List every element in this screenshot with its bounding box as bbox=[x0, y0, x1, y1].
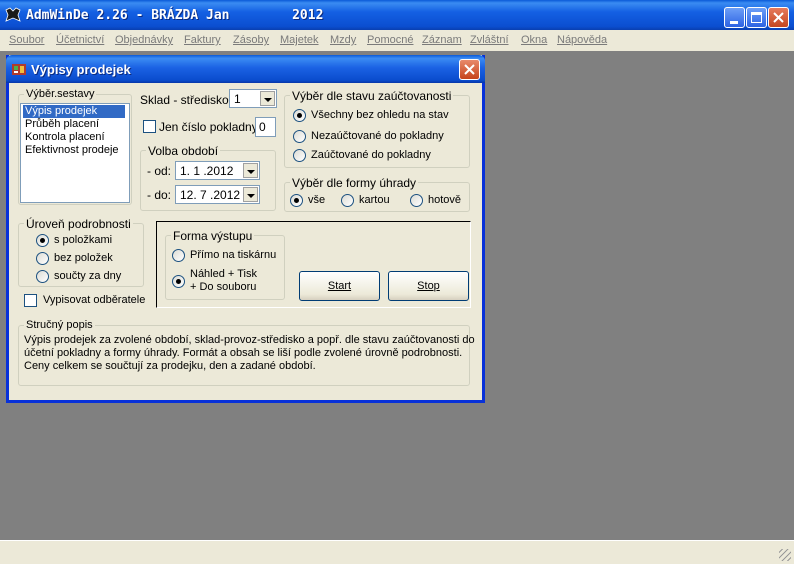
chevron-down-icon[interactable] bbox=[243, 163, 258, 178]
radio-bez-polozek-label: bez položek bbox=[54, 252, 113, 264]
popis-legend: Stručný popis bbox=[24, 319, 95, 331]
minimize-icon bbox=[730, 21, 738, 24]
popis-line-3: Ceny celkem se součtují za prodejku, den… bbox=[24, 360, 316, 372]
menubar: Soubor Účetnictví Objednávky Faktury Zás… bbox=[0, 30, 794, 51]
menu-mzdy[interactable]: Mzdy bbox=[330, 34, 356, 46]
app-logo-icon bbox=[5, 7, 21, 22]
dialog-close-button[interactable] bbox=[459, 59, 480, 80]
radio-zauctovane-label: Zaúčtované do pokladny bbox=[311, 149, 431, 161]
uroven-podrobnosti-group: Úroveň podrobnosti s položkami bez polož… bbox=[18, 217, 144, 287]
date-from-value: 1. 1 .2012 bbox=[180, 164, 234, 178]
date-from-picker[interactable]: 1. 1 .2012 bbox=[175, 161, 260, 180]
stop-button[interactable]: Stop bbox=[388, 271, 469, 301]
list-item[interactable]: Výpis prodejek bbox=[23, 105, 125, 118]
radio-vsechny[interactable] bbox=[293, 109, 306, 122]
date-to-value: 12. 7 .2012 bbox=[180, 188, 241, 202]
menu-faktury[interactable]: Faktury bbox=[184, 34, 221, 46]
radio-vse[interactable] bbox=[290, 194, 303, 207]
app-title: AdmWinDe 2.26 - BRÁZDA Jan 2012 bbox=[26, 8, 324, 23]
stav-zauctovanosti-group: Výběr dle stavu zaúčtovanosti Všechny be… bbox=[284, 89, 470, 168]
radio-nezauctovane[interactable] bbox=[293, 130, 306, 143]
menu-soubor[interactable]: Soubor bbox=[9, 34, 44, 46]
do-label: - do: bbox=[147, 188, 172, 202]
menu-majetek[interactable]: Majetek bbox=[280, 34, 319, 46]
pokladna-number-input[interactable]: 0 bbox=[255, 117, 276, 137]
main-titlebar: AdmWinDe 2.26 - BRÁZDA Jan 2012 bbox=[0, 0, 794, 30]
start-button-label: Start bbox=[327, 280, 352, 292]
radio-s-polozkami-label: s položkami bbox=[54, 234, 113, 246]
vystup-frame: Forma výstupu Přímo na tiskárnu Náhled +… bbox=[156, 221, 471, 308]
chevron-down-icon[interactable] bbox=[243, 187, 258, 202]
radio-kartou-label: kartou bbox=[359, 194, 390, 206]
vyber-sestavy-legend: Výběr.sestavy bbox=[24, 88, 97, 100]
forma-uhrady-legend: Výběr dle formy úhrady bbox=[290, 176, 419, 190]
menu-okna[interactable]: Okna bbox=[521, 34, 547, 46]
menu-zvlastni[interactable]: Zvláštní bbox=[470, 34, 509, 46]
resize-grip[interactable] bbox=[779, 549, 791, 561]
radio-primo-label: Přímo na tiskárnu bbox=[190, 249, 277, 261]
start-button[interactable]: Start bbox=[299, 271, 380, 301]
radio-soucty-za-dny[interactable] bbox=[36, 270, 49, 283]
sklad-value: 1 bbox=[234, 92, 241, 106]
radio-s-polozkami[interactable] bbox=[36, 234, 49, 247]
menu-napoveda[interactable]: Nápověda bbox=[557, 34, 607, 46]
radio-zauctovane[interactable] bbox=[293, 149, 306, 162]
radio-nezauctovane-label: Nezaúčtované do pokladny bbox=[311, 130, 444, 142]
radio-hotove-label: hotově bbox=[428, 194, 462, 206]
stav-zauctovanosti-legend: Výběr dle stavu zaúčtovanosti bbox=[290, 89, 454, 103]
statusbar bbox=[0, 540, 794, 564]
maximize-button[interactable] bbox=[746, 7, 767, 28]
maximize-icon bbox=[751, 12, 762, 23]
dialog-titlebar: Výpisy prodejek bbox=[6, 55, 485, 83]
radio-vse-label: vše bbox=[308, 194, 326, 206]
list-item[interactable]: Kontrola placení bbox=[23, 131, 107, 144]
close-button[interactable] bbox=[768, 7, 789, 28]
close-icon bbox=[464, 64, 475, 75]
list-item[interactable]: Průběh placení bbox=[23, 118, 101, 131]
volba-obdobi-group: Volba období - od: 1. 1 .2012 - do: 12. … bbox=[140, 144, 276, 211]
menu-ucetnictvi[interactable]: Účetnictví bbox=[56, 34, 104, 46]
dialog-app-icon bbox=[12, 64, 26, 75]
radio-nahled-tisk-soubor[interactable] bbox=[172, 275, 185, 288]
vypisovat-checkbox[interactable] bbox=[24, 294, 37, 307]
radio-bez-polozek[interactable] bbox=[36, 252, 49, 265]
vyber-sestavy-group: Výběr.sestavy Výpis prodejek Průběh plac… bbox=[18, 88, 132, 205]
od-label: - od: bbox=[147, 164, 172, 178]
menu-zasoby[interactable]: Zásoby bbox=[233, 34, 269, 46]
list-item[interactable]: Efektivnost prodeje bbox=[23, 144, 121, 157]
menu-objednavky[interactable]: Objednávky bbox=[115, 34, 173, 46]
volba-obdobi-legend: Volba období bbox=[146, 144, 221, 158]
forma-vystupu-legend: Forma výstupu bbox=[171, 229, 255, 243]
popis-line-2: účetní pokladny a formy úhrady. Formát a… bbox=[24, 347, 463, 359]
stop-button-label: Stop bbox=[417, 280, 440, 292]
date-to-picker[interactable]: 12. 7 .2012 bbox=[175, 185, 260, 204]
vypisovat-label: Vypisovat odběratele bbox=[43, 294, 146, 306]
menu-pomocne[interactable]: Pomocné bbox=[367, 34, 413, 46]
chevron-down-icon[interactable] bbox=[260, 91, 275, 106]
uroven-legend: Úroveň podrobnosti bbox=[24, 217, 133, 231]
radio-kartou[interactable] bbox=[341, 194, 354, 207]
sklad-combo[interactable]: 1 bbox=[229, 89, 277, 108]
forma-vystupu-group: Forma výstupu Přímo na tiskárnu Náhled +… bbox=[165, 229, 285, 300]
close-icon bbox=[773, 12, 784, 23]
radio-nahled-label-2: + Do souboru bbox=[190, 281, 257, 293]
report-listbox[interactable]: Výpis prodejek Průběh placení Kontrola p… bbox=[20, 103, 130, 203]
minimize-button[interactable] bbox=[724, 7, 745, 28]
jen-cislo-label: Jen číslo pokladny: bbox=[159, 120, 262, 134]
radio-vsechny-label: Všechny bez ohledu na stav bbox=[311, 109, 449, 121]
radio-nahled-label-1: Náhled + Tisk bbox=[190, 268, 257, 280]
dialog-title: Výpisy prodejek bbox=[31, 62, 131, 77]
forma-uhrady-group: Výběr dle formy úhrady vše kartou hotově bbox=[284, 176, 470, 212]
sklad-label: Sklad - středisko: bbox=[140, 93, 233, 107]
strucny-popis-group: Stručný popis Výpis prodejek za zvolené … bbox=[18, 319, 475, 386]
menu-zaznam[interactable]: Záznam bbox=[422, 34, 462, 46]
radio-hotove[interactable] bbox=[410, 194, 423, 207]
popis-line-1: Výpis prodejek za zvolené období, sklad-… bbox=[24, 334, 475, 346]
radio-primo-na-tiskarnu[interactable] bbox=[172, 249, 185, 262]
vypisy-prodejek-dialog: Výpisy prodejek Výběr.sestavy Výpis prod… bbox=[6, 55, 485, 403]
jen-cislo-checkbox[interactable] bbox=[143, 120, 156, 133]
radio-soucty-label: součty za dny bbox=[54, 270, 122, 282]
